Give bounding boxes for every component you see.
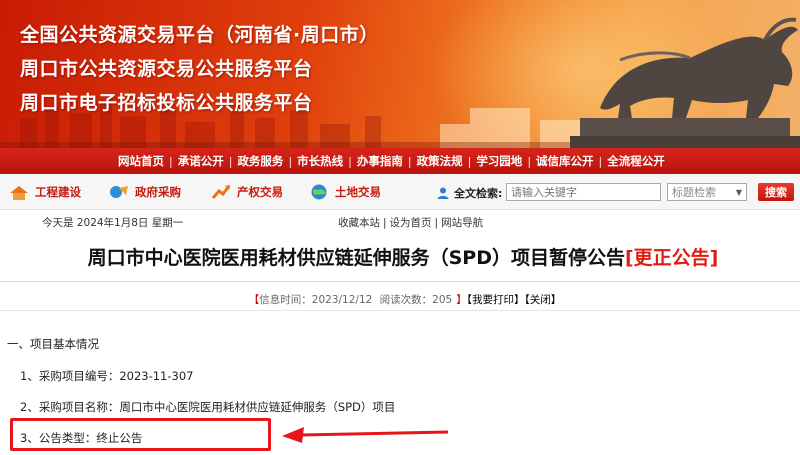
fulltext-search-label: 全文检索: bbox=[436, 185, 502, 201]
category-property[interactable]: 产权交易 bbox=[210, 183, 283, 201]
category-procurement[interactable]: 政府采购 bbox=[108, 183, 181, 201]
close-button[interactable]: 【关闭】 bbox=[524, 294, 561, 306]
meta-views-label: 阅读次数： bbox=[379, 294, 433, 306]
nav-separator: | bbox=[288, 154, 293, 168]
nav-government-service[interactable]: 政务服务 bbox=[237, 153, 283, 169]
category-label: 工程建设 bbox=[35, 185, 81, 199]
category-label: 政府采购 bbox=[135, 185, 181, 199]
nav-full-process[interactable]: 全流程公开 bbox=[607, 153, 665, 169]
search-input[interactable] bbox=[506, 183, 661, 201]
annotation-arrow-icon bbox=[282, 427, 449, 443]
correction-tag: [更正公告] bbox=[625, 247, 719, 269]
article-meta: 【信息时间：2023/12/12 阅读次数：205 】【我要打印】【关闭】 bbox=[0, 292, 800, 307]
print-button[interactable]: 【我要打印】 bbox=[467, 294, 525, 306]
nav-separator: | bbox=[169, 154, 173, 168]
nav-separator: | bbox=[527, 154, 532, 168]
project-number: 1、采购项目编号：2023-11-307 bbox=[20, 369, 194, 383]
nav-separator: | bbox=[598, 154, 603, 168]
category-search-bar: 工程建设 政府采购 产权交易 土地交易 全文检索: 标题检索 ▼ 搜索 bbox=[0, 174, 800, 210]
page-title: 周口市中心医院医用耗材供应链延伸服务（SPD）项目暂停公告[更正公告] bbox=[0, 243, 800, 270]
nav-policies[interactable]: 政策法规 bbox=[417, 153, 463, 169]
current-date: 今天是 2024年1月8日 星期一 bbox=[42, 217, 184, 229]
title-divider bbox=[0, 281, 800, 282]
main-nav: 网站首页 | 承诺公开 | 政务服务 | 市长热线 | 办事指南 | 政策法规 … bbox=[0, 148, 800, 174]
search-button[interactable]: 搜索 bbox=[758, 183, 794, 201]
category-label: 产权交易 bbox=[237, 185, 283, 199]
site-nav-link[interactable]: 网站导航 bbox=[441, 217, 483, 229]
quick-links: 收藏本站 | 设为首页 | 网站导航 bbox=[338, 217, 484, 229]
category-label: 土地交易 bbox=[335, 185, 381, 199]
bull-statue-graphic bbox=[570, 17, 800, 148]
meta-divider bbox=[0, 310, 800, 311]
banner-title-line1: 全国公共资源交易平台（河南省·周口市） bbox=[20, 24, 379, 46]
section-heading: 一、项目基本情况 bbox=[7, 337, 99, 351]
article-title-text: 周口市中心医院医用耗材供应链延伸服务（SPD）项目暂停公告 bbox=[87, 247, 625, 269]
nav-separator: | bbox=[348, 154, 352, 168]
header-banner: 全国公共资源交易平台（河南省·周口市） 周口市公共资源交易公共服务平台 周口市电… bbox=[0, 0, 800, 148]
meta-time-label: 信息时间： bbox=[259, 294, 312, 306]
banner-title-line2: 周口市公共资源交易公共服务平台 bbox=[20, 58, 313, 80]
search-type-value: 标题检索 bbox=[672, 186, 716, 199]
chevron-down-icon: ▼ bbox=[735, 187, 742, 197]
nav-home[interactable]: 网站首页 bbox=[118, 153, 164, 169]
highlight-box bbox=[10, 418, 271, 451]
land-globe-icon bbox=[311, 184, 327, 200]
meta-bracket-close: 】 bbox=[456, 294, 467, 306]
nav-service-guide[interactable]: 办事指南 bbox=[357, 153, 403, 169]
construction-icon bbox=[10, 186, 28, 200]
nav-credit-database[interactable]: 诚信库公开 bbox=[536, 153, 594, 169]
meta-bracket-open: 【 bbox=[248, 294, 260, 306]
nav-learning[interactable]: 学习园地 bbox=[476, 153, 522, 169]
search-label-text: 全文检索: bbox=[454, 187, 503, 200]
procurement-icon bbox=[110, 186, 128, 198]
meta-views-value: 205 bbox=[432, 294, 453, 306]
nav-separator: | bbox=[228, 154, 233, 168]
meta-time-value: 2023/12/12 bbox=[311, 294, 373, 306]
banner-title-line3: 周口市电子招标投标公共服务平台 bbox=[20, 92, 313, 114]
nav-commitment[interactable]: 承诺公开 bbox=[178, 153, 224, 169]
search-type-select[interactable]: 标题检索 ▼ bbox=[667, 183, 747, 201]
category-construction[interactable]: 工程建设 bbox=[8, 183, 81, 201]
info-bar: 今天是 2024年1月8日 星期一 收藏本站 | 设为首页 | 网站导航 bbox=[0, 211, 800, 231]
property-icon bbox=[211, 185, 231, 199]
category-land[interactable]: 土地交易 bbox=[308, 183, 381, 201]
project-name: 2、采购项目名称：周口市中心医院医用耗材供应链延伸服务（SPD）项目 bbox=[20, 400, 396, 414]
nav-separator: | bbox=[407, 154, 412, 168]
user-search-icon bbox=[437, 187, 449, 199]
bookmark-link[interactable]: 收藏本站 bbox=[338, 217, 380, 229]
nav-separator: | bbox=[467, 154, 472, 168]
nav-mayor-hotline[interactable]: 市长热线 bbox=[297, 153, 343, 169]
set-homepage-link[interactable]: 设为首页 bbox=[390, 217, 432, 229]
